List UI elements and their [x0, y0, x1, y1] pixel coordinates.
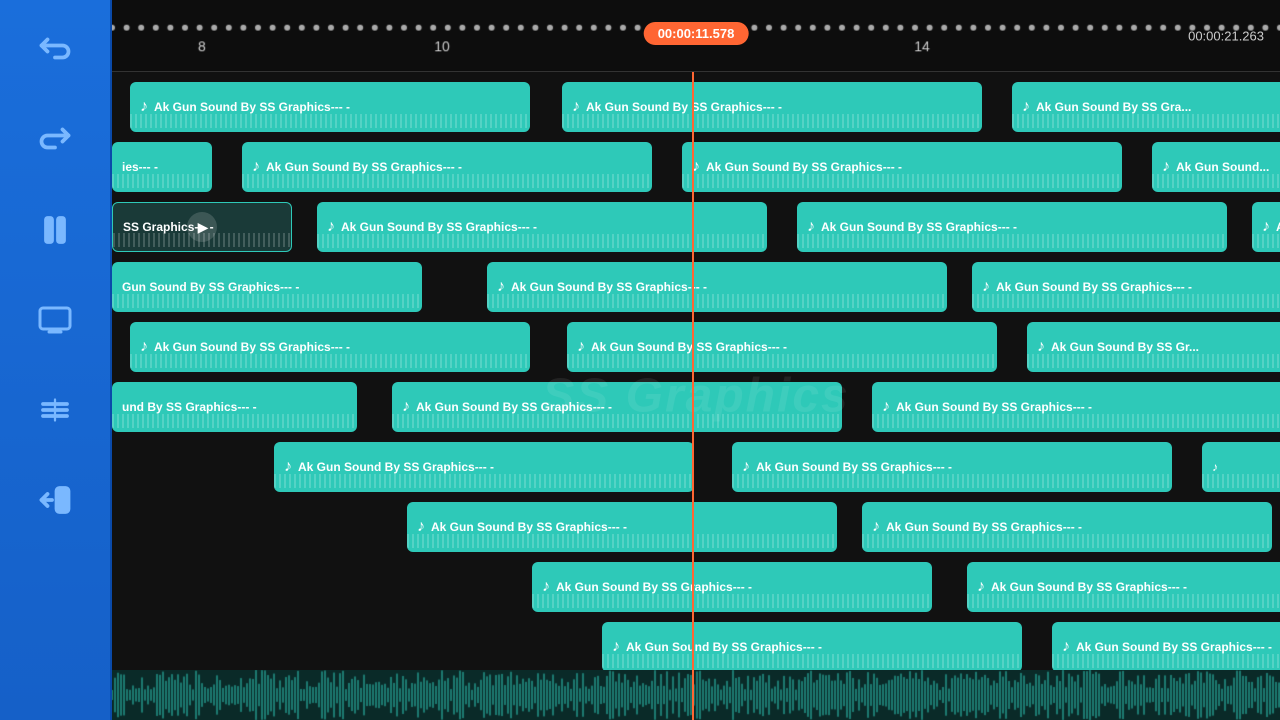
- audio-clip[interactable]: ♪ Ak Gun Sound By SS Graphics--- -: [567, 322, 997, 372]
- clip-label: Ak Gun Sound By SS Graphics--- -: [756, 460, 952, 474]
- audio-clip[interactable]: ♪ Ak Gun Sound By SS Graphics--- -: [967, 562, 1280, 612]
- audio-clip[interactable]: ♪ Ak Gun Sound By SS Graphics--- -: [130, 322, 530, 372]
- music-icon: ♪: [982, 278, 990, 296]
- music-icon: ♪: [807, 218, 815, 236]
- audio-clip[interactable]: ♪ Ak Gun Sound By SS Gra...: [1012, 82, 1280, 132]
- music-icon: ♪: [1062, 638, 1070, 656]
- music-icon: ♪: [612, 638, 620, 656]
- audio-clip[interactable]: ♪ Ak Gun Sound By SS Graphics--- -: [242, 142, 652, 192]
- clip-label: Ak Gun Sound By SS Graphics--- -: [341, 220, 537, 234]
- clip-label: Ak Gun Sound By SS Graphics--- -: [416, 400, 612, 414]
- audio-clip[interactable]: SS Graphics--- - ▶: [112, 202, 292, 252]
- audio-clip[interactable]: ♪ Ak Gun Sound By SS Gr...: [1027, 322, 1280, 372]
- bottom-waveform: [112, 670, 1280, 720]
- preview-button[interactable]: [25, 290, 85, 350]
- clip-label: Ak Gun Sound By SS Graphics--- -: [511, 280, 707, 294]
- audio-clip[interactable]: ♪ Ak Gun Sound By SS Graphics--- -: [487, 262, 947, 312]
- total-time-display: 00:00:21.263: [1188, 28, 1264, 43]
- clip-label: Ak Gun Sound By SS Gr...: [1051, 340, 1199, 354]
- music-icon: ♪: [327, 218, 335, 236]
- insert-button[interactable]: [25, 470, 85, 530]
- music-icon: ♪: [140, 98, 148, 116]
- clip-label: Ak Gun Sound By SS Graphics--- -: [821, 220, 1017, 234]
- clip-label: Ak Gun Sound By SS Graphics--- -: [154, 340, 350, 354]
- music-icon: ♪: [417, 518, 425, 536]
- audio-clip[interactable]: ♪ Ak Gun Sound By SS Graphics--- -: [274, 442, 694, 492]
- clip-label: und By SS Graphics--- -: [122, 400, 257, 414]
- audio-clip[interactable]: ♪ Ak Gun Sound By SS Graphics--- -: [130, 82, 530, 132]
- audio-clip[interactable]: ♪ Ak G...: [1252, 202, 1280, 252]
- music-icon: ♪: [1262, 218, 1270, 236]
- audio-clip[interactable]: ♪ Ak Gun Sound By SS Graphics--- -: [392, 382, 842, 432]
- audio-clip[interactable]: ies--- -: [112, 142, 212, 192]
- clip-label: Ak Gun Sound By SS Graphics--- -: [591, 340, 787, 354]
- music-icon: ♪: [402, 398, 410, 416]
- clip-label: Ak G...: [1276, 220, 1280, 234]
- music-icon: ♪: [542, 578, 550, 596]
- audio-clip[interactable]: ♪ Ak Gun Sound By SS Graphics--- -: [602, 622, 1022, 672]
- clip-label: ♪: [1212, 460, 1218, 474]
- audio-clip[interactable]: ♪ Ak Gun Sound...: [1152, 142, 1280, 192]
- clip-label: Ak Gun Sound By SS Graphics--- -: [1076, 640, 1272, 654]
- audio-clip[interactable]: ♪ Ak Gun Sound By SS Graphics--- -: [732, 442, 1172, 492]
- music-icon: ♪: [1162, 158, 1170, 176]
- clip-label: Ak Gun Sound By SS Graphics--- -: [266, 160, 462, 174]
- clip-label: Ak Gun Sound By SS Graphics--- -: [154, 100, 350, 114]
- clip-label: ies--- -: [122, 160, 158, 174]
- music-icon: ♪: [742, 458, 750, 476]
- undo-button[interactable]: [25, 20, 85, 80]
- clip-label: Ak Gun Sound By SS Graphics--- -: [626, 640, 822, 654]
- clip-label: Ak Gun Sound...: [1176, 160, 1269, 174]
- audio-clip[interactable]: und By SS Graphics--- -: [112, 382, 357, 432]
- audio-clip[interactable]: ♪ Ak Gun Sound By SS Graphics--- -: [407, 502, 837, 552]
- clip-label: Ak Gun Sound By SS Graphics--- -: [298, 460, 494, 474]
- audio-clip[interactable]: ♪ Ak Gun Sound By SS Graphics--- -: [862, 502, 1272, 552]
- split-button[interactable]: [25, 380, 85, 440]
- music-icon: ♪: [497, 278, 505, 296]
- music-icon: ♪: [872, 518, 880, 536]
- audio-clip[interactable]: ♪ Ak Gun Sound By SS Graphics--- -: [972, 262, 1280, 312]
- music-icon: ♪: [692, 158, 700, 176]
- clip-label: Ak Gun Sound By SS Gra...: [1036, 100, 1191, 114]
- audio-clip[interactable]: ♪: [1202, 442, 1280, 492]
- music-icon: ♪: [140, 338, 148, 356]
- music-icon: ♪: [284, 458, 292, 476]
- audio-clip[interactable]: ♪ Ak Gun Sound By SS Graphics--- -: [532, 562, 932, 612]
- music-icon: ♪: [882, 398, 890, 416]
- audio-clip[interactable]: ♪ Ak Gun Sound By SS Graphics--- -: [872, 382, 1280, 432]
- timeline-header: 00:00:11.578 00:00:21.263: [112, 0, 1280, 72]
- audio-clip[interactable]: ♪ Ak Gun Sound By SS Graphics--- -: [317, 202, 767, 252]
- audio-clip[interactable]: ♪ Ak Gun Sound By SS Graphics--- -: [562, 82, 982, 132]
- music-icon: ♪: [572, 98, 580, 116]
- clip-label: Ak Gun Sound By SS Graphics--- -: [896, 400, 1092, 414]
- audio-clip[interactable]: Gun Sound By SS Graphics--- -: [112, 262, 422, 312]
- redo-button[interactable]: [25, 110, 85, 170]
- music-icon: ♪: [577, 338, 585, 356]
- audio-clip[interactable]: ♪ Ak Gun Sound By SS Graphics--- -: [1052, 622, 1280, 672]
- music-icon: ♪: [977, 578, 985, 596]
- audio-clip[interactable]: ♪ Ak Gun Sound By SS Graphics--- -: [797, 202, 1227, 252]
- clip-label: Ak Gun Sound By SS Graphics--- -: [706, 160, 902, 174]
- music-icon: ♪: [1037, 338, 1045, 356]
- clip-label: Ak Gun Sound By SS Graphics--- -: [996, 280, 1192, 294]
- music-icon: ♪: [1022, 98, 1030, 116]
- clip-label: Ak Gun Sound By SS Graphics--- -: [586, 100, 782, 114]
- clip-label: Ak Gun Sound By SS Graphics--- -: [886, 520, 1082, 534]
- clip-label: Ak Gun Sound By SS Graphics--- -: [556, 580, 752, 594]
- clip-label: Ak Gun Sound By SS Graphics--- -: [431, 520, 627, 534]
- clip-label: Ak Gun Sound By SS Graphics--- -: [991, 580, 1187, 594]
- sidebar: [0, 0, 112, 720]
- clip-label: Gun Sound By SS Graphics--- -: [122, 280, 299, 294]
- time-ruler: 00:00:11.578 00:00:21.263: [112, 0, 1280, 71]
- pause-button[interactable]: [25, 200, 85, 260]
- music-icon: ♪: [252, 158, 260, 176]
- current-time-display: 00:00:11.578: [644, 22, 749, 45]
- audio-clip[interactable]: ♪ Ak Gun Sound By SS Graphics--- -: [682, 142, 1122, 192]
- timeline-area: SS Graphics ♪ Ak Gun Sound By SS Graphic…: [112, 72, 1280, 720]
